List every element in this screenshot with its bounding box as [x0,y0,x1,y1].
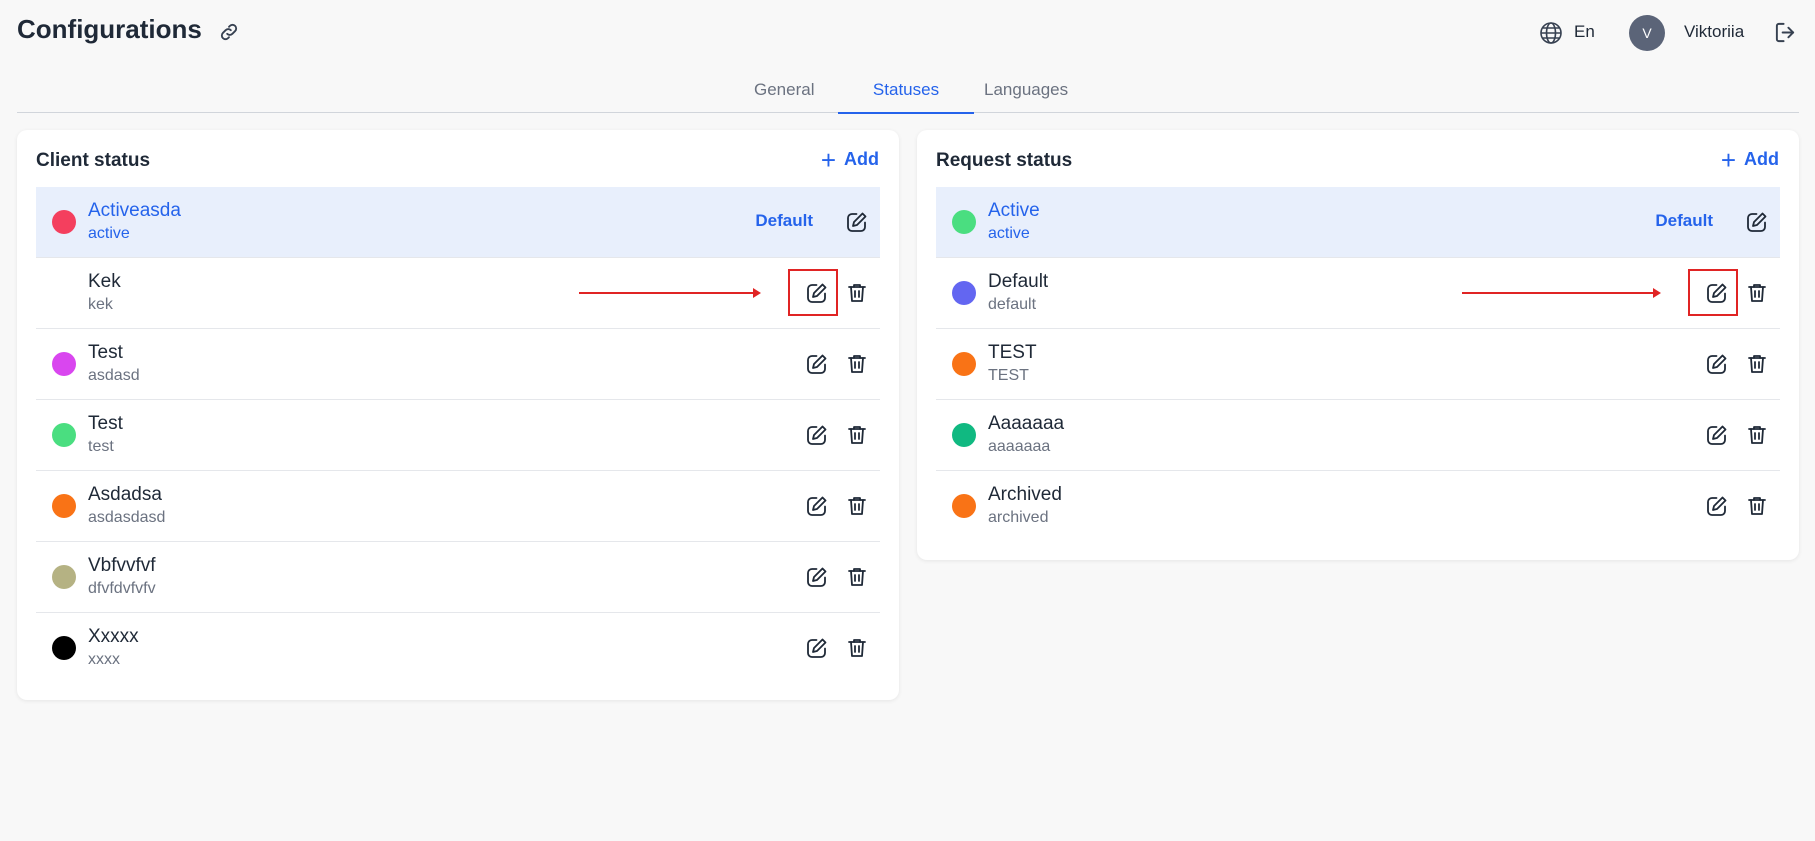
status-name: Archived [988,484,1062,505]
status-row: Kek kek [36,258,880,329]
edit-icon[interactable] [805,636,829,660]
status-name: Test [88,342,123,363]
trash-icon[interactable] [1745,352,1769,376]
status-name: TEST [988,342,1037,363]
trash-icon[interactable] [845,565,869,589]
header: Configurations En V Viktoriia [0,0,1815,66]
status-row: Test test [36,400,880,471]
status-color-dot [52,210,76,234]
add-button-label: Add [1744,149,1779,169]
trash-icon[interactable] [1745,281,1769,305]
status-color-dot [52,281,76,305]
status-name: Asdadsa [88,484,162,505]
edit-icon[interactable] [1705,494,1729,518]
client-status-list: Activeasda active Default Kek kek Test asdasd T… [36,187,880,683]
trash-icon[interactable] [845,423,869,447]
status-row: Active active Default [936,187,1780,258]
edit-icon[interactable] [1705,423,1729,447]
status-color-dot [952,281,976,305]
add-request-status-button[interactable]: + Add [1720,144,1779,175]
language-selector[interactable]: En [1574,22,1595,42]
edit-icon[interactable] [805,494,829,518]
tab-general[interactable]: General [754,80,814,112]
status-code: archived [988,509,1049,526]
plus-icon: + [820,144,836,175]
edit-icon[interactable] [1705,352,1729,376]
status-name: Aaaaaaa [988,413,1065,434]
edit-icon[interactable] [845,210,869,234]
status-code: kek [88,296,113,313]
link-icon[interactable] [218,21,240,43]
status-row: TEST TEST [936,329,1780,400]
status-row: Activeasda active Default [36,187,880,258]
status-color-dot [52,494,76,518]
status-name: Kek [88,271,121,292]
tab-languages[interactable]: Languages [984,80,1068,112]
add-button-label: Add [844,149,879,169]
edit-icon[interactable] [805,352,829,376]
trash-icon[interactable] [1745,423,1769,447]
globe-icon[interactable] [1539,21,1563,45]
edit-icon[interactable] [805,565,829,589]
trash-icon[interactable] [1745,494,1769,518]
highlight-box [788,269,838,316]
page-title: Configurations [17,14,202,44]
status-code: asdasd [88,367,140,384]
panel-title: Request status [936,150,1073,171]
plus-icon: + [1720,144,1736,175]
default-badge: Default [1655,211,1713,230]
status-row: Vbfvvfvf dfvfdvfvfv [36,542,880,613]
avatar[interactable]: V [1629,15,1665,51]
status-code: aaaaaaa [988,438,1051,455]
trash-icon[interactable] [845,494,869,518]
status-name: Test [88,413,123,434]
status-name: Xxxxx [88,626,139,647]
status-name: Active [988,200,1040,221]
request-status-list: Active active Default Default default TEST TES… [936,187,1780,541]
trash-icon[interactable] [845,352,869,376]
status-code: asdasdasd [88,509,166,526]
status-row: Test asdasd [36,329,880,400]
status-name: Default [988,271,1049,292]
annotation-arrow [579,288,761,298]
status-code: active [88,225,130,242]
panel-title: Client status [36,150,151,171]
status-code: test [88,438,114,455]
status-color-dot [52,352,76,376]
username[interactable]: Viktoriia [1684,22,1744,42]
trash-icon[interactable] [845,636,869,660]
status-color-dot [52,423,76,447]
default-badge: Default [755,211,813,230]
status-code: xxxx [88,651,120,668]
status-code: TEST [988,367,1029,384]
status-code: dfvfdvfvfv [88,580,156,597]
status-code: default [988,296,1037,313]
tab-bar: General Statuses Languages [17,70,1799,114]
status-color-dot [52,636,76,660]
status-color-dot [52,565,76,589]
status-row: Asdadsa asdasdasd [36,471,880,542]
trash-icon[interactable] [845,281,869,305]
status-name: Vbfvvfvf [88,555,156,576]
status-code: active [988,225,1030,242]
tab-statuses[interactable]: Statuses [838,80,974,114]
status-color-dot [952,494,976,518]
request-status-panel: Request status + Add Active active Default… [917,130,1799,560]
client-status-panel: Client status + Add Activeasda active Defa… [17,130,899,700]
add-client-status-button[interactable]: + Add [820,144,879,175]
highlight-box [1688,269,1738,316]
edit-icon[interactable] [1745,210,1769,234]
status-row: Aaaaaaa aaaaaaa [936,400,1780,471]
edit-icon[interactable] [805,423,829,447]
status-name: Activeasda [88,200,181,221]
status-row: Default default [936,258,1780,329]
status-row: Archived archived [936,471,1780,541]
annotation-arrow [1462,288,1661,298]
logout-icon[interactable] [1774,21,1797,44]
status-color-dot [952,210,976,234]
status-color-dot [952,423,976,447]
status-color-dot [952,352,976,376]
status-row: Xxxxx xxxx [36,613,880,683]
